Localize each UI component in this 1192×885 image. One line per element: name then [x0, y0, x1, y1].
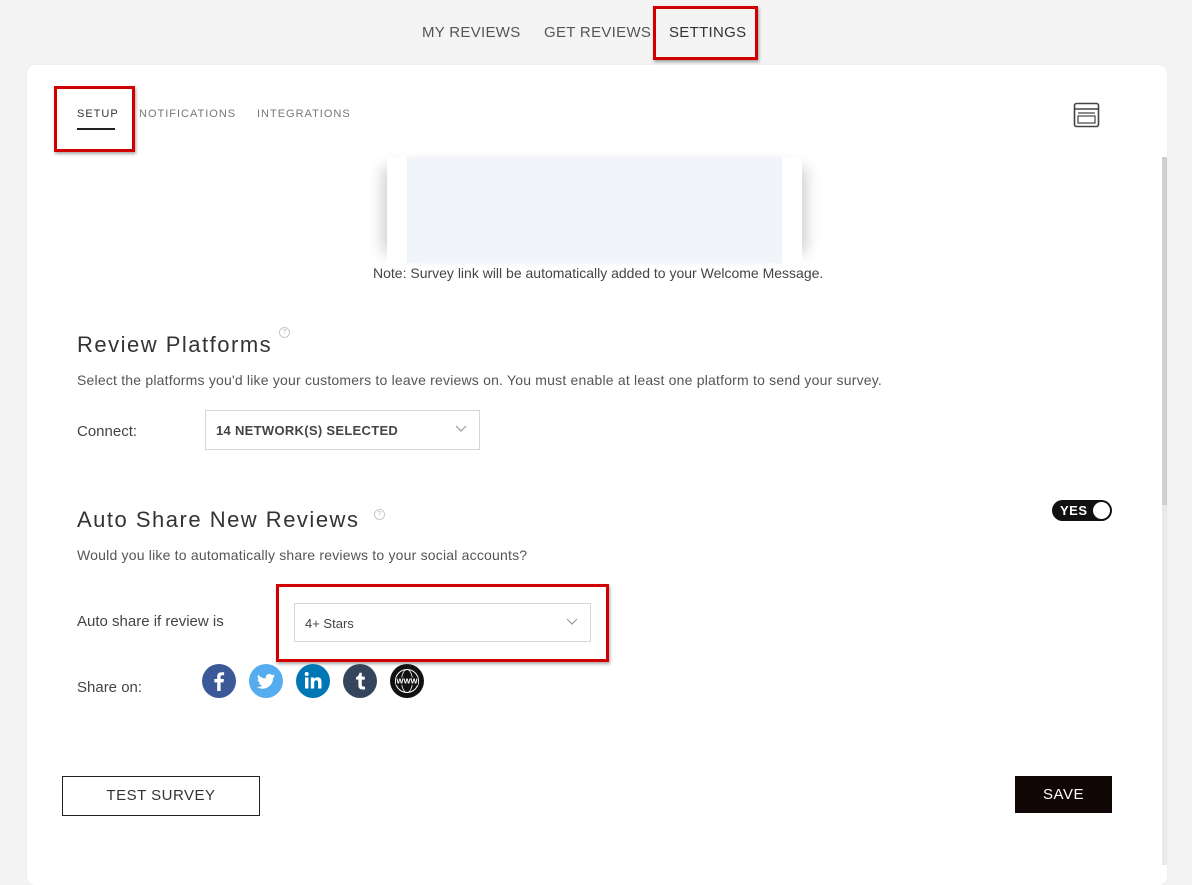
- svg-text:WWW: WWW: [396, 677, 418, 686]
- share-on-label: Share on:: [77, 679, 143, 696]
- nav-get-reviews[interactable]: GET REVIEWS: [544, 24, 651, 41]
- chevron-down-icon: [455, 425, 467, 432]
- tab-integrations[interactable]: INTEGRATIONS: [257, 108, 351, 120]
- preview-note: Note: Survey link will be automatically …: [373, 265, 824, 281]
- auto-share-toggle[interactable]: YES: [1052, 500, 1112, 521]
- auto-share-threshold-label: Auto share if review is: [77, 613, 224, 630]
- networks-select-value: 14 NETWORK(S) SELECTED: [216, 423, 399, 438]
- chevron-down-icon: [566, 618, 578, 625]
- top-nav: MY REVIEWS GET REVIEWS SETTINGS: [0, 0, 1192, 66]
- review-platforms-title: Review Platforms: [77, 332, 273, 357]
- review-platforms-description: Select the platforms you'd like your cus…: [77, 372, 883, 388]
- tab-setup[interactable]: SETUP: [77, 108, 119, 120]
- auto-share-description: Would you like to automatically share re…: [77, 547, 528, 563]
- rating-threshold-select[interactable]: 4+ Stars: [294, 603, 591, 642]
- question-circle-icon[interactable]: ?: [279, 327, 290, 338]
- save-button[interactable]: SAVE: [1015, 776, 1112, 813]
- scrollbar-thumb[interactable]: [1162, 157, 1167, 505]
- tumblr-icon[interactable]: [343, 664, 377, 698]
- toggle-label: YES: [1060, 503, 1088, 518]
- question-circle-icon[interactable]: ?: [374, 509, 385, 520]
- connect-label: Connect:: [77, 423, 138, 440]
- nav-my-reviews[interactable]: MY REVIEWS: [422, 24, 521, 41]
- website-icon[interactable]: WWW: [390, 664, 424, 698]
- test-survey-button[interactable]: TEST SURVEY: [62, 776, 260, 816]
- nav-settings[interactable]: SETTINGS: [669, 24, 746, 41]
- twitter-icon[interactable]: [249, 664, 283, 698]
- linkedin-icon[interactable]: [296, 664, 330, 698]
- survey-preview-screen: [407, 157, 782, 263]
- browser-window-icon[interactable]: [1073, 102, 1100, 128]
- toggle-knob: [1093, 502, 1110, 519]
- facebook-icon[interactable]: [202, 664, 236, 698]
- tab-notifications[interactable]: NOTIFICATIONS: [139, 108, 236, 120]
- active-tab-underline: [77, 128, 115, 130]
- networks-select[interactable]: 14 NETWORK(S) SELECTED: [205, 410, 480, 450]
- rating-threshold-value: 4+ Stars: [305, 616, 354, 631]
- auto-share-title: Auto Share New Reviews: [77, 507, 360, 532]
